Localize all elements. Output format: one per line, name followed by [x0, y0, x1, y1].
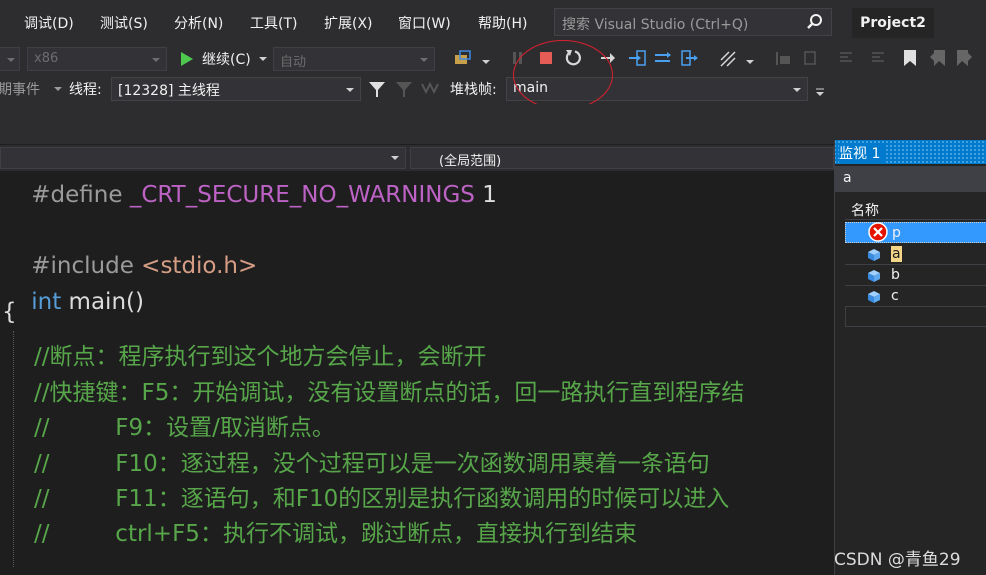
preprocessor-directive: #define: [31, 182, 130, 208]
chevron-down-icon[interactable]: [54, 87, 62, 91]
step-into-icon[interactable]: [628, 50, 646, 66]
comment-icon[interactable]: [838, 50, 854, 66]
comment-line: // F10：逐过程，没个过程可以是一次函数调用裹着一条语句: [34, 451, 710, 477]
bookmark-prev-icon[interactable]: [930, 49, 946, 67]
uncomment-icon[interactable]: [870, 50, 886, 66]
platform-value: x86: [34, 51, 59, 66]
debug-toolbar: x86 继续(C) 自动: [0, 44, 986, 74]
thread-flag-icon[interactable]: [774, 50, 792, 66]
bookmark-icon[interactable]: [903, 49, 917, 67]
play-icon[interactable]: [180, 51, 194, 67]
watch-row-name: a: [891, 246, 902, 262]
toolbar-tray: [0, 104, 986, 144]
search-icon[interactable]: [805, 12, 825, 32]
config-combo[interactable]: [0, 47, 20, 71]
comment-line: //断点：程序执行到这个地方会停止，会断开: [34, 344, 487, 370]
comment-line: //快捷键：F5：开始调试，没有设置断点的话，回一路执行直到程序结: [34, 380, 745, 406]
watch-row-name: p: [892, 225, 901, 241]
show-threads-icon[interactable]: [421, 80, 441, 96]
lifecycle-events-label[interactable]: 期事件: [0, 79, 40, 99]
step-over-icon[interactable]: [654, 50, 672, 66]
code-editor[interactable]: #define _CRT_SECURE_NO_WARNINGS 1 #inclu…: [0, 171, 834, 575]
comment-line: // F9：设置/取消断点。: [34, 415, 335, 441]
search-input[interactable]: 搜索 Visual Studio (Ctrl+Q): [554, 8, 832, 36]
watch-column-header[interactable]: 名称: [845, 198, 986, 220]
step-out-icon[interactable]: [681, 50, 699, 66]
continue-button[interactable]: 继续(C): [202, 49, 251, 69]
keyword: int: [31, 289, 62, 315]
bookmark-next-icon[interactable]: [956, 49, 972, 67]
process-icon[interactable]: [452, 49, 474, 69]
column-name-label: 名称: [851, 203, 879, 219]
navigation-bar: (全局范围): [0, 145, 834, 171]
menu-tools[interactable]: 工具(T): [250, 13, 297, 33]
chevron-down-icon: [7, 58, 15, 62]
watch-row-name: b: [891, 267, 900, 283]
indent-guide: [13, 331, 14, 567]
menu-test[interactable]: 测试(S): [100, 13, 148, 33]
chevron-down-icon: [391, 156, 399, 160]
watch-title-bar[interactable]: 监视 1: [835, 140, 986, 164]
watch-window: 监视 1 a 名称 p a b c: [834, 140, 986, 575]
menu-window[interactable]: 窗口(W): [398, 13, 451, 33]
menu-extensions[interactable]: 扩展(X): [324, 13, 373, 33]
watch-row[interactable]: a: [845, 244, 986, 265]
watch-add-row[interactable]: [845, 306, 986, 327]
scope-combo[interactable]: (全局范围): [410, 147, 834, 169]
scope-value: (全局范围): [439, 154, 502, 169]
toolbar-overflow-icon[interactable]: [814, 86, 826, 98]
watch-search-input[interactable]: a: [835, 166, 986, 192]
location-toolbar: 期事件 线程: [12328] 主线程 堆栈帧: main: [0, 74, 986, 104]
comment-line: // F11：逐语句，和F10的区别是执行函数调用的时候可以进入: [34, 486, 730, 512]
project-scope-combo[interactable]: [0, 147, 406, 169]
project-name: Project2: [852, 8, 934, 38]
platform-combo[interactable]: x86: [27, 47, 167, 71]
thread-combo[interactable]: [12328] 主线程: [111, 77, 361, 101]
menu-help[interactable]: 帮助(H): [478, 13, 527, 33]
watch-row-name: c: [891, 288, 899, 304]
watch-row[interactable]: c: [845, 286, 986, 307]
code-line-4: int main(): [2, 263, 144, 341]
comment-line: // ctrl+F5：执行不调试，跳过断点，直接执行到结束: [34, 521, 637, 547]
variable-icon: [868, 291, 880, 303]
chevron-down-icon: [152, 58, 160, 62]
chevron-down-icon: [793, 88, 801, 92]
auto-value: 自动: [280, 55, 307, 70]
macro-value: 1: [474, 182, 497, 208]
function-signature: main(): [61, 289, 144, 315]
thread-label: 线程:: [69, 82, 102, 98]
stackframe-label: 堆栈帧:: [450, 82, 497, 98]
chevron-down-icon[interactable]: [482, 60, 490, 64]
chevron-down-icon[interactable]: [746, 60, 754, 64]
variable-icon: [868, 270, 880, 282]
filter-flagged-icon[interactable]: [395, 80, 413, 98]
thread-value: [12328] 主线程: [118, 83, 220, 99]
chevron-down-icon: [346, 88, 354, 92]
code-line-5: {: [2, 299, 17, 325]
watch-title: 监视 1: [839, 143, 885, 163]
chevron-down-icon: [420, 58, 428, 62]
menu-analyze[interactable]: 分析(N): [174, 13, 223, 33]
watch-row[interactable]: p: [845, 222, 986, 243]
error-icon: [868, 222, 888, 242]
auto-combo[interactable]: 自动: [273, 47, 435, 71]
code-line-1: #define _CRT_SECURE_NO_WARNINGS 1: [2, 171, 497, 234]
hex-display-icon[interactable]: [718, 49, 738, 69]
variable-icon: [868, 249, 880, 261]
search-placeholder: 搜索 Visual Studio (Ctrl+Q): [562, 17, 749, 33]
watch-row[interactable]: b: [845, 265, 986, 286]
chevron-down-icon[interactable]: [259, 57, 267, 61]
memory-icon[interactable]: [802, 50, 818, 66]
menu-debug[interactable]: 调试(D): [24, 13, 74, 33]
annotation-circle: [513, 40, 613, 110]
watch-search-value: a: [843, 170, 852, 186]
watermark: CSDN @青鱼29: [834, 550, 961, 570]
include-header: <stdio.h>: [141, 253, 258, 279]
filter-icon[interactable]: [368, 80, 386, 98]
macro-name: _CRT_SECURE_NO_WARNINGS: [129, 182, 475, 208]
menu-bar: 调试(D) 测试(S) 分析(N) 工具(T) 扩展(X) 窗口(W) 帮助(H…: [0, 0, 986, 44]
